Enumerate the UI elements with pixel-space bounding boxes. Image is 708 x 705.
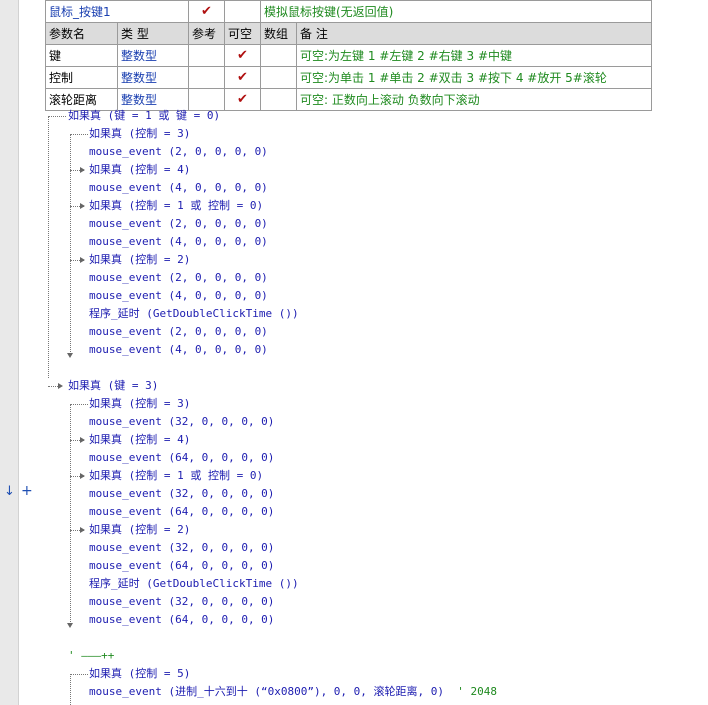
condition-expression: (控制 = 1 或 控制 = 0) bbox=[122, 469, 264, 482]
condition-expression: (键 = 1 或 键 = 0) bbox=[101, 109, 221, 122]
statement-line[interactable]: mouse_event (32, 0, 0, 0, 0) bbox=[89, 540, 274, 556]
condition-line[interactable]: 如果真 (控制 = 5) bbox=[89, 666, 190, 682]
flow-arrow-right-icon bbox=[58, 383, 63, 389]
call-expression: mouse_event (4, 0, 0, 0, 0) bbox=[89, 181, 268, 194]
if-true-keyword: 如果真 bbox=[89, 163, 122, 176]
flow-guide-line bbox=[70, 404, 88, 405]
condition-line[interactable]: 如果真 (控制 = 1 或 控制 = 0) bbox=[89, 468, 263, 484]
if-true-keyword: 如果真 bbox=[89, 469, 122, 482]
if-true-keyword: 如果真 bbox=[89, 523, 122, 536]
call-expression: mouse_event (进制_十六到十 (“0x0800”), 0, 0, 滚… bbox=[89, 685, 445, 698]
statement-line[interactable]: mouse_event (64, 0, 0, 0, 0) bbox=[89, 558, 274, 574]
if-true-keyword: 如果真 bbox=[89, 127, 122, 140]
call-expression: mouse_event (32, 0, 0, 0, 0) bbox=[89, 487, 275, 500]
call-expression: mouse_event (64, 0, 0, 0, 0) bbox=[89, 505, 275, 518]
condition-line[interactable]: 如果真 (控制 = 2) bbox=[89, 252, 190, 268]
code-comment: ' ———++ bbox=[68, 649, 115, 662]
if-true-keyword: 如果真 bbox=[89, 667, 122, 680]
flow-guide-line bbox=[70, 404, 71, 626]
call-expression: mouse_event (64, 0, 0, 0, 0) bbox=[89, 559, 275, 572]
statement-line[interactable]: mouse_event (2, 0, 0, 0, 0) bbox=[89, 270, 268, 286]
condition-expression: (控制 = 1 或 控制 = 0) bbox=[122, 199, 264, 212]
condition-expression: (键 = 3) bbox=[101, 379, 159, 392]
call-expression: mouse_event (2, 0, 0, 0, 0) bbox=[89, 145, 268, 158]
condition-expression: (控制 = 4) bbox=[122, 163, 191, 176]
statement-line[interactable]: mouse_event (64, 0, 0, 0, 0) bbox=[89, 612, 274, 628]
statement-line[interactable]: mouse_event (4, 0, 0, 0, 0) bbox=[89, 342, 268, 358]
flow-arrow-down-icon bbox=[67, 623, 73, 628]
condition-expression: (控制 = 4) bbox=[122, 433, 191, 446]
if-true-keyword: 如果真 bbox=[89, 253, 122, 266]
statement-line[interactable]: 程序_延时 (GetDoubleClickTime ()) bbox=[89, 306, 299, 322]
condition-line[interactable]: 如果真 (键 = 3) bbox=[68, 378, 158, 394]
condition-expression: (控制 = 2) bbox=[122, 253, 191, 266]
if-true-keyword: 如果真 bbox=[89, 199, 122, 212]
flow-arrow-right-icon bbox=[80, 203, 85, 209]
flow-arrow-down-icon bbox=[67, 353, 73, 358]
call-expression: mouse_event (64, 0, 0, 0, 0) bbox=[89, 613, 275, 626]
call-expression: mouse_event (32, 0, 0, 0, 0) bbox=[89, 595, 275, 608]
if-true-keyword: 如果真 bbox=[89, 433, 122, 446]
statement-line[interactable]: mouse_event (进制_十六到十 (“0x0800”), 0, 0, 滚… bbox=[89, 684, 497, 700]
call-expression: mouse_event (4, 0, 0, 0, 0) bbox=[89, 235, 268, 248]
condition-line[interactable]: 如果真 (控制 = 3) bbox=[89, 126, 190, 142]
flow-arrow-right-icon bbox=[80, 527, 85, 533]
flow-arrow-right-icon bbox=[80, 257, 85, 263]
call-expression: mouse_event (2, 0, 0, 0, 0) bbox=[89, 271, 268, 284]
code-editor[interactable]: 如果真 (键 = 1 或 键 = 0) 如果真 (控制 = 3) mouse_eve… bbox=[0, 0, 708, 705]
flow-guide-line bbox=[48, 116, 66, 117]
call-expression: mouse_event (32, 0, 0, 0, 0) bbox=[89, 541, 275, 554]
condition-line[interactable]: 如果真 (控制 = 2) bbox=[89, 522, 190, 538]
statement-line[interactable]: 程序_延时 (GetDoubleClickTime ()) bbox=[89, 576, 299, 592]
statement-line[interactable]: mouse_event (32, 0, 0, 0, 0) bbox=[89, 414, 274, 430]
flow-guide-line bbox=[70, 674, 71, 705]
call-expression: 程序_延时 (GetDoubleClickTime ()) bbox=[89, 307, 299, 320]
comment-line[interactable]: ' ———++ bbox=[68, 648, 114, 664]
flow-guide-line bbox=[48, 116, 49, 378]
call-expression: mouse_event (64, 0, 0, 0, 0) bbox=[89, 451, 275, 464]
flow-arrow-right-icon bbox=[80, 437, 85, 443]
flow-arrow-right-icon bbox=[80, 167, 85, 173]
inline-comment: ' 2048 bbox=[444, 685, 498, 698]
call-expression: mouse_event (4, 0, 0, 0, 0) bbox=[89, 343, 268, 356]
condition-line[interactable]: 如果真 (键 = 1 或 键 = 0) bbox=[68, 108, 220, 124]
call-expression: mouse_event (2, 0, 0, 0, 0) bbox=[89, 217, 268, 230]
statement-line[interactable]: mouse_event (4, 0, 0, 0, 0) bbox=[89, 288, 268, 304]
statement-line[interactable]: mouse_event (2, 0, 0, 0, 0) bbox=[89, 216, 268, 232]
flow-guide-line bbox=[70, 134, 71, 356]
condition-line[interactable]: 如果真 (控制 = 1 或 控制 = 0) bbox=[89, 198, 263, 214]
statement-line[interactable]: mouse_event (4, 0, 0, 0, 0) bbox=[89, 180, 268, 196]
condition-line[interactable]: 如果真 (控制 = 4) bbox=[89, 162, 190, 178]
flow-arrow-right-icon bbox=[80, 473, 85, 479]
call-expression: mouse_event (32, 0, 0, 0, 0) bbox=[89, 415, 275, 428]
if-true-keyword: 如果真 bbox=[68, 379, 101, 392]
flow-guide-line bbox=[70, 674, 88, 675]
statement-line[interactable]: mouse_event (32, 0, 0, 0, 0) bbox=[89, 594, 274, 610]
call-expression: mouse_event (4, 0, 0, 0, 0) bbox=[89, 289, 268, 302]
call-expression: 程序_延时 (GetDoubleClickTime ()) bbox=[89, 577, 299, 590]
condition-expression: (控制 = 2) bbox=[122, 523, 191, 536]
if-true-keyword: 如果真 bbox=[68, 109, 101, 122]
statement-line[interactable]: mouse_event (32, 0, 0, 0, 0) bbox=[89, 486, 274, 502]
statement-line[interactable]: mouse_event (2, 0, 0, 0, 0) bbox=[89, 324, 268, 340]
statement-line[interactable]: mouse_event (4, 0, 0, 0, 0) bbox=[89, 234, 268, 250]
condition-line[interactable]: 如果真 (控制 = 3) bbox=[89, 396, 190, 412]
statement-line[interactable]: mouse_event (2, 0, 0, 0, 0) bbox=[89, 144, 268, 160]
if-true-keyword: 如果真 bbox=[89, 397, 122, 410]
statement-line[interactable]: mouse_event (64, 0, 0, 0, 0) bbox=[89, 450, 274, 466]
condition-expression: (控制 = 5) bbox=[122, 667, 191, 680]
statement-line[interactable]: mouse_event (64, 0, 0, 0, 0) bbox=[89, 504, 274, 520]
condition-line[interactable]: 如果真 (控制 = 4) bbox=[89, 432, 190, 448]
condition-expression: (控制 = 3) bbox=[122, 127, 191, 140]
condition-expression: (控制 = 3) bbox=[122, 397, 191, 410]
flow-guide-line bbox=[70, 134, 88, 135]
call-expression: mouse_event (2, 0, 0, 0, 0) bbox=[89, 325, 268, 338]
